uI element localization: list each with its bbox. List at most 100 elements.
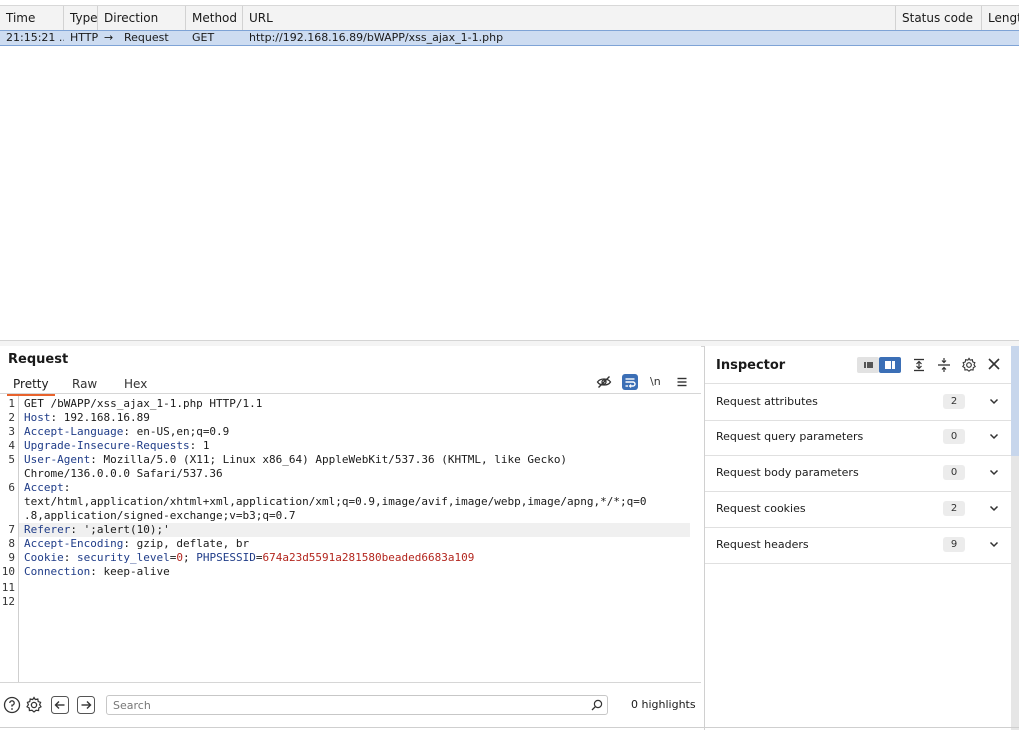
highlights-count: 0 highlights xyxy=(631,698,696,711)
line-number: 4 xyxy=(8,439,15,452)
header-key: Host xyxy=(24,411,51,424)
cell-url: http://192.168.16.89/bWAPP/xss_ajax_1-1.… xyxy=(249,31,504,44)
inspector-section-body-parameters[interactable]: Request body parameters 0 xyxy=(705,455,1011,492)
header-line-upgrade: Upgrade-Insecure-Requests: 1 xyxy=(24,439,209,453)
inspector-scrollbar-thumb[interactable] xyxy=(1011,346,1019,456)
header-key: Accept xyxy=(24,481,64,494)
line-number: 11 xyxy=(1,581,15,594)
cookie-value: 674a23d5591a281580beaded6683a109 xyxy=(262,551,475,564)
header-key: Accept-Language xyxy=(24,425,124,438)
menu-icon[interactable] xyxy=(674,374,690,390)
inspector-title: Inspector xyxy=(716,358,786,373)
header-value: : en-US,en;q=0.9 xyxy=(123,425,230,438)
request-title: Request xyxy=(8,352,69,367)
cell-time: 21:15:21 ... xyxy=(6,31,64,44)
header-line-connection: Connection: keep-alive xyxy=(24,565,170,579)
tab-raw[interactable]: Raw xyxy=(66,374,103,394)
gear-icon[interactable] xyxy=(25,696,43,714)
header-value: : keep-alive xyxy=(90,565,170,578)
cell-method: GET xyxy=(192,31,215,44)
column-header-length[interactable]: Length xyxy=(982,6,1019,30)
inspector-panel: Inspector Request attributes 2 Request q… xyxy=(704,346,1019,730)
section-count-badge: 2 xyxy=(943,501,965,516)
column-header-type[interactable]: Type xyxy=(64,6,98,30)
header-key: User-Agent xyxy=(24,453,91,466)
inspector-section-cookies[interactable]: Request cookies 2 xyxy=(705,491,1011,528)
header-line-host: Host: 192.168.16.89 xyxy=(24,411,150,425)
header-value: : gzip, deflate, br xyxy=(123,537,250,550)
back-arrow-icon[interactable] xyxy=(51,696,69,714)
newline-toggle[interactable]: \n xyxy=(650,374,661,390)
header-line-cookie: Cookie: security_level=0; PHPSESSID=674a… xyxy=(24,551,474,565)
header-line-referer: Referer: ';alert(10);' xyxy=(24,523,170,537)
column-header-url[interactable]: URL xyxy=(243,6,896,30)
line-number: 10 xyxy=(1,565,15,578)
section-label: Request cookies xyxy=(716,502,806,515)
section-label: Request body parameters xyxy=(716,466,859,479)
cell-length xyxy=(982,31,1019,45)
line-number: 7 xyxy=(8,523,15,536)
header-line-continuation: Chrome/136.0.0.0 Safari/537.36 xyxy=(24,467,223,480)
header-line-accept-encoding: Accept-Encoding: gzip, deflate, br xyxy=(24,537,249,551)
cookie-name: security_level xyxy=(77,551,170,564)
inspector-section-request-attributes[interactable]: Request attributes 2 xyxy=(705,383,1011,421)
cookie-value: 0 xyxy=(176,551,183,564)
cookie-separator: ; xyxy=(182,551,197,564)
cell-status xyxy=(896,31,982,45)
request-pane: Request Pretty Raw Hex \n 1 2 3 4 5 6 7 … xyxy=(0,346,701,730)
header-line-continuation: .8,application/signed-exchange;v=b3;q=0.… xyxy=(24,509,296,522)
chevron-down-icon[interactable] xyxy=(988,538,1000,550)
header-key: Connection xyxy=(24,565,91,578)
collapse-icon[interactable] xyxy=(936,357,952,373)
inspector-section-headers[interactable]: Request headers 9 xyxy=(705,527,1011,564)
section-count-badge: 0 xyxy=(943,465,965,480)
footer-divider xyxy=(0,727,1019,728)
column-header-time[interactable]: Time xyxy=(0,6,64,30)
chevron-down-icon[interactable] xyxy=(988,430,1000,442)
section-label: Request attributes xyxy=(716,395,818,408)
column-header-method[interactable]: Method xyxy=(186,6,243,30)
forward-arrow-icon[interactable] xyxy=(77,696,95,714)
tab-hex[interactable]: Hex xyxy=(118,374,153,394)
help-icon[interactable] xyxy=(3,696,21,714)
history-table: Time Type Direction Method URL Status co… xyxy=(0,0,1019,340)
header-line-user-agent: User-Agent: Mozilla/5.0 (X11; Linux x86_… xyxy=(24,453,567,467)
section-count-badge: 0 xyxy=(943,429,965,444)
header-key: Cookie xyxy=(24,551,64,564)
section-label: Request headers xyxy=(716,538,809,551)
table-row[interactable]: 21:15:21 ... HTTP → Request GET http://1… xyxy=(0,30,1019,46)
search-input[interactable] xyxy=(113,697,583,713)
header-line-accept: Accept: xyxy=(24,481,70,495)
header-line-continuation: text/html,application/xhtml+xml,applicat… xyxy=(24,495,647,508)
chevron-down-icon[interactable] xyxy=(988,502,1000,514)
header-separator: : xyxy=(63,551,77,564)
section-count-badge: 9 xyxy=(943,537,965,552)
layout-toggle[interactable] xyxy=(857,357,901,373)
header-value: : xyxy=(63,481,71,494)
cell-type: HTTP xyxy=(70,31,98,44)
wrap-icon[interactable] xyxy=(622,374,638,390)
chevron-down-icon[interactable] xyxy=(988,466,1000,478)
direction-arrow-icon: → xyxy=(104,31,114,44)
request-editor[interactable]: 1 2 3 4 5 6 7 8 9 10 11 12 GET /bWAPP/xs… xyxy=(0,396,701,682)
settings-icon[interactable] xyxy=(961,357,977,373)
line-number: 5 xyxy=(8,453,15,466)
column-header-status-code[interactable]: Status code xyxy=(896,6,982,30)
tab-divider xyxy=(0,393,701,394)
header-key: Upgrade-Insecure-Requests xyxy=(24,439,190,452)
line-number: 12 xyxy=(1,595,15,608)
header-key: Accept-Encoding xyxy=(24,537,124,550)
close-icon[interactable] xyxy=(987,357,1001,371)
search-icon[interactable] xyxy=(591,699,603,711)
cookie-name: PHPSESSID xyxy=(196,551,256,564)
column-header-direction[interactable]: Direction xyxy=(98,6,186,30)
expand-icon[interactable] xyxy=(911,357,927,373)
header-value: : 192.168.16.89 xyxy=(50,411,150,424)
header-value: : Mozilla/5.0 (X11; Linux x86_64) AppleW… xyxy=(90,453,568,466)
line-number: 8 xyxy=(8,537,15,550)
inspector-section-query-parameters[interactable]: Request query parameters 0 xyxy=(705,419,1011,456)
hide-icon[interactable] xyxy=(596,374,612,390)
line-number: 2 xyxy=(8,411,15,424)
chevron-down-icon[interactable] xyxy=(988,395,1000,407)
line-number-gutter: 1 2 3 4 5 6 7 8 9 10 11 12 xyxy=(0,396,19,682)
